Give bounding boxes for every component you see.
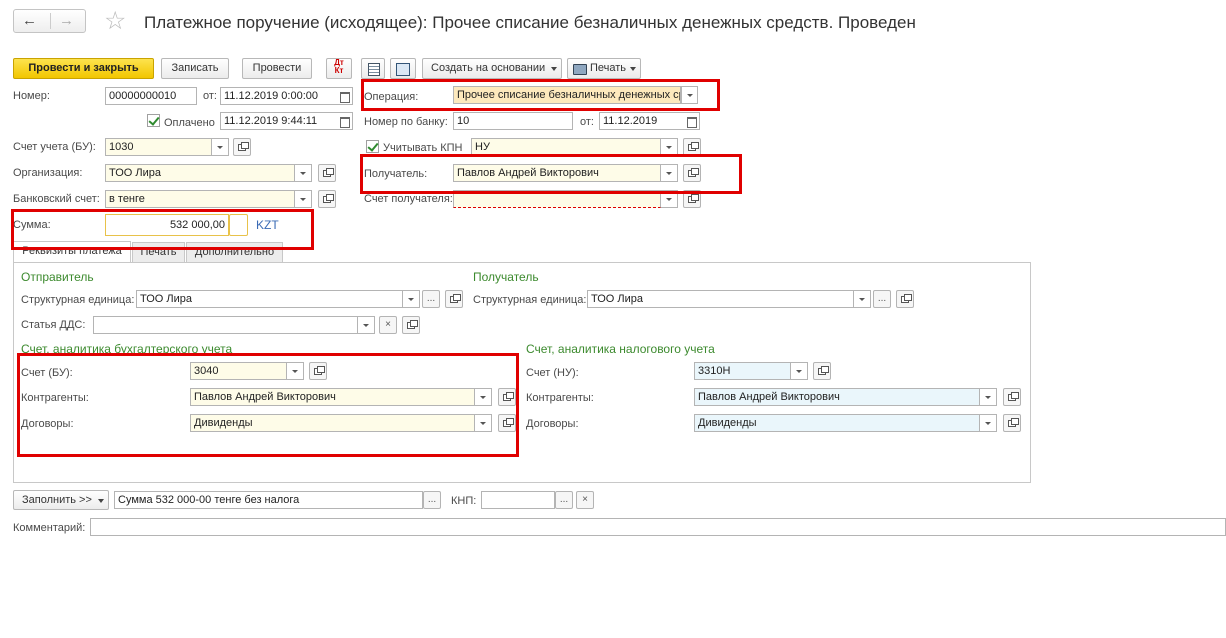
account-field[interactable]: 1030 (105, 138, 212, 156)
number-field[interactable]: 00000000010 (105, 87, 197, 105)
purpose-field[interactable]: Сумма 532 000-00 тенге без налога (114, 491, 423, 509)
calendar-icon[interactable] (683, 112, 700, 130)
dds-field[interactable] (93, 316, 358, 334)
page-title: Платежное поручение (исходящее): Прочее … (144, 13, 916, 32)
bank-account-open-icon[interactable] (318, 190, 336, 208)
list-icon (368, 63, 380, 76)
chevron-down-icon (551, 67, 557, 71)
bank-account-field[interactable]: в тенге (105, 190, 295, 208)
account-dropdown-icon[interactable] (212, 138, 229, 156)
star-icon[interactable]: ☆ (104, 7, 126, 35)
nu-account-label: Счет (НУ): (526, 367, 579, 379)
bank-number-label: Номер по банку: (364, 116, 448, 128)
structure-button[interactable] (390, 58, 416, 79)
chevron-down-icon (630, 67, 636, 71)
receiver-title: Получатель (473, 270, 539, 284)
receiver-unit-select-button[interactable]: ... (873, 290, 891, 308)
nu-contracts-open-icon[interactable] (1003, 414, 1021, 432)
nu-contractors-open-icon[interactable] (1003, 388, 1021, 406)
forward-arrow-icon[interactable]: → (59, 12, 74, 29)
sender-unit-field[interactable]: ТОО Лира (136, 290, 403, 308)
comment-label: Комментарий: (13, 522, 86, 534)
bank-account-dropdown-icon[interactable] (295, 190, 312, 208)
dt-kt-icon: Дт Кт (334, 58, 344, 75)
calendar-icon[interactable] (336, 87, 353, 105)
sender-unit-dropdown-icon[interactable] (403, 290, 420, 308)
account-label: Счет учета (БУ): (13, 141, 96, 153)
purpose-select-button[interactable]: ... (423, 491, 441, 509)
highlight-sum (11, 209, 314, 250)
fill-button[interactable]: Заполнить >> (13, 490, 109, 510)
chevron-down-icon (98, 499, 104, 503)
bank-number-field[interactable]: 10 (453, 112, 573, 130)
nu-contracts-field[interactable]: Дивиденды (694, 414, 980, 432)
kpn-label: Учитывать КПН (383, 142, 463, 154)
kpn-checkbox[interactable] (366, 140, 379, 153)
printer-icon (573, 64, 587, 75)
account-open-icon[interactable] (233, 138, 251, 156)
sender-unit-select-button[interactable]: ... (422, 290, 440, 308)
bank-account-label: Банковский счет: (13, 193, 100, 205)
comment-field[interactable] (90, 518, 1226, 536)
knp-field[interactable] (481, 491, 555, 509)
dds-dropdown-icon[interactable] (358, 316, 375, 334)
post-and-close-button[interactable]: Провести и закрыть (13, 58, 154, 79)
post-button[interactable]: Провести (242, 58, 312, 79)
create-based-on-button[interactable]: Создать на основании (422, 58, 562, 79)
recipient-account-label: Счет получателя: (364, 193, 453, 205)
org-dropdown-icon[interactable] (295, 164, 312, 182)
nu-account-open-icon[interactable] (813, 362, 831, 380)
dds-clear-button[interactable]: × (379, 316, 397, 334)
sender-unit-label: Структурная единица: (21, 294, 135, 306)
nu-title: Счет, аналитика налогового учета (526, 342, 715, 356)
calendar-icon[interactable] (336, 112, 353, 130)
date-from-label: от: (203, 90, 217, 102)
org-field[interactable]: ТОО Лира (105, 164, 295, 182)
nu-contractors-dropdown-icon[interactable] (980, 388, 997, 406)
org-label: Организация: (13, 167, 83, 179)
fill-label: Заполнить >> (22, 494, 92, 506)
nav-buttons: ← → (13, 9, 86, 33)
knp-clear-button[interactable]: × (576, 491, 594, 509)
sender-title: Отправитель (21, 270, 94, 284)
highlight-recipient (360, 154, 742, 194)
org-open-icon[interactable] (318, 164, 336, 182)
date-field[interactable]: 11.12.2019 0:00:00 (220, 87, 337, 105)
save-button[interactable]: Записать (161, 58, 229, 79)
knp-label: КНП: (451, 495, 477, 507)
bank-date-field[interactable]: 11.12.2019 (599, 112, 684, 130)
paid-label: Оплачено (164, 117, 215, 129)
dds-label: Статья ДДС: (21, 319, 86, 331)
create-based-label: Создать на основании (431, 62, 546, 74)
back-arrow-icon[interactable]: ← (22, 12, 37, 29)
journal-button[interactable] (361, 58, 385, 79)
paid-date-field[interactable]: 11.12.2019 9:44:11 (220, 112, 337, 130)
print-button[interactable]: Печать (567, 58, 641, 79)
paid-checkbox[interactable] (147, 114, 160, 127)
dt-kt-button[interactable]: Дт Кт (326, 58, 352, 79)
receiver-unit-field[interactable]: ТОО Лира (587, 290, 854, 308)
nu-contractors-label: Контрагенты: (526, 392, 594, 404)
dds-open-icon[interactable] (402, 316, 420, 334)
highlight-bu-analytics (17, 353, 519, 457)
nu-contractors-field[interactable]: Павлов Андрей Викторович (694, 388, 980, 406)
nu-account-dropdown-icon[interactable] (791, 362, 808, 380)
bank-date-from-label: от: (580, 116, 594, 128)
nu-contracts-label: Договоры: (526, 418, 579, 430)
receiver-unit-open-icon[interactable] (896, 290, 914, 308)
nu-contracts-dropdown-icon[interactable] (980, 414, 997, 432)
receiver-unit-label: Структурная единица: (473, 294, 587, 306)
nu-account-field[interactable]: 3310Н (694, 362, 791, 380)
number-label: Номер: (13, 90, 50, 102)
hierarchy-icon (396, 63, 410, 76)
receiver-unit-dropdown-icon[interactable] (854, 290, 871, 308)
highlight-operation (361, 79, 720, 111)
sender-unit-open-icon[interactable] (445, 290, 463, 308)
print-label: Печать (590, 62, 627, 74)
knp-select-button[interactable]: ... (555, 491, 573, 509)
